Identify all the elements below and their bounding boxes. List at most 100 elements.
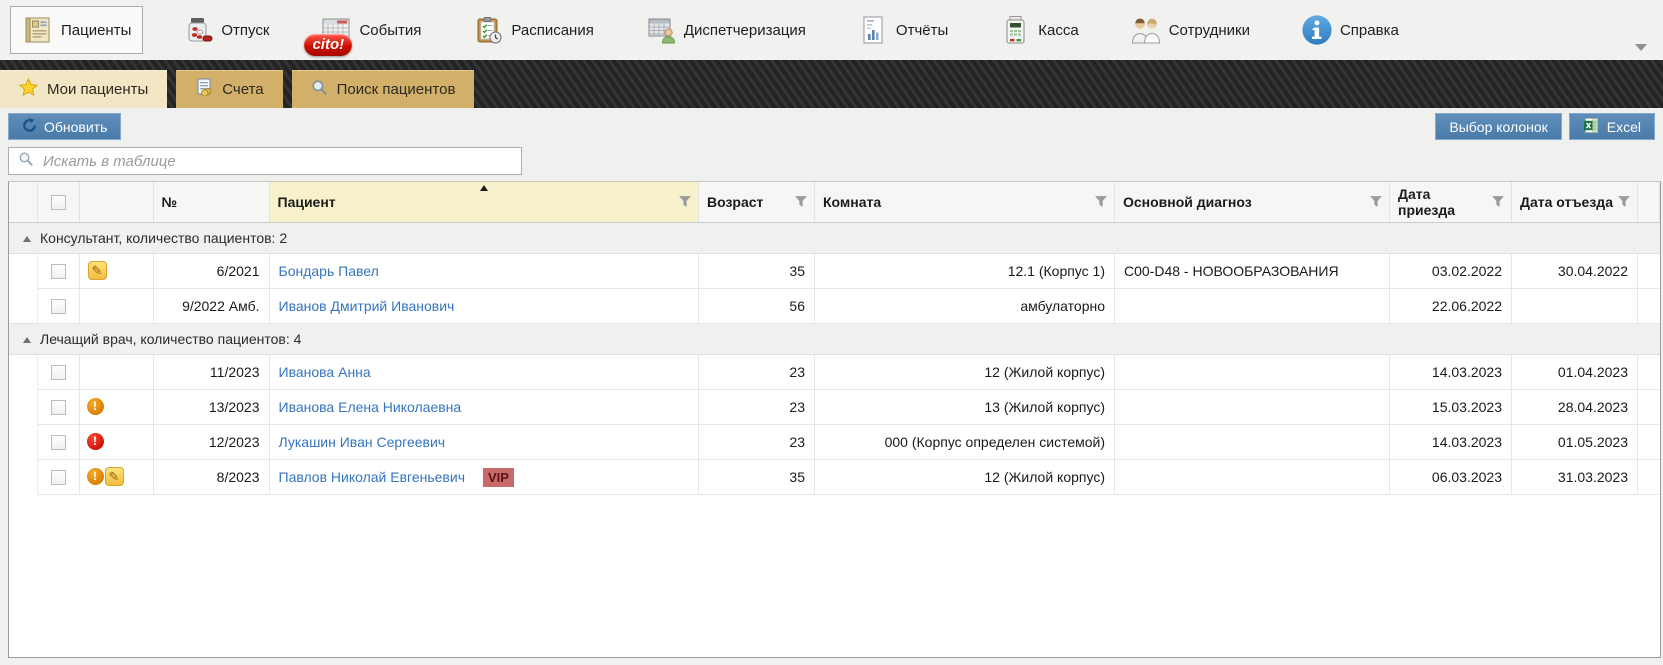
header-indent <box>9 182 37 222</box>
choose-columns-button[interactable]: Выбор колонок <box>1435 113 1561 140</box>
tab-invoices[interactable]: Счета <box>176 70 282 108</box>
filter-icon[interactable] <box>678 195 692 212</box>
age-cell: 23 <box>699 424 815 459</box>
excel-icon <box>1583 117 1600 137</box>
patient-link[interactable]: Иванова Анна <box>279 364 371 380</box>
column-header-number[interactable]: № <box>153 182 269 222</box>
report-chart-icon <box>857 14 889 46</box>
ribbon-item-label: Диспетчеризация <box>684 22 806 39</box>
ribbon-item-label: События <box>359 22 421 39</box>
column-header-room[interactable]: Комната <box>815 182 1115 222</box>
edit-icon[interactable]: ✎ <box>105 467 124 486</box>
patient-number-cell: 11/2023 <box>153 354 269 389</box>
patient-name-cell: Иванов Дмитрий Иванович <box>269 288 699 323</box>
ribbon-item-label: Сотрудники <box>1169 22 1250 39</box>
column-header-patient[interactable]: Пациент <box>269 182 699 222</box>
ribbon-item-events[interactable]: cito! События <box>308 6 433 54</box>
patient-link[interactable]: Иванова Елена Николаевна <box>279 399 462 415</box>
column-header-departure[interactable]: Дата отъезда <box>1512 182 1638 222</box>
patient-row[interactable]: 11/2023Иванова Анна2312 (Жилой корпус)14… <box>9 354 1660 389</box>
row-checkbox[interactable] <box>51 470 66 485</box>
header-checkbox-cell <box>37 182 79 222</box>
patient-number-cell: 13/2023 <box>153 389 269 424</box>
ribbon-item-schedules[interactable]: Расписания <box>460 6 605 54</box>
diagnosis-cell <box>1115 354 1390 389</box>
filter-icon[interactable] <box>1369 195 1383 212</box>
checkbox-cell <box>37 253 79 288</box>
ribbon-toolbar: Пациенты Отпуск cito! События Расписания… <box>0 0 1663 60</box>
ribbon-item-cashier[interactable]: Касса <box>987 6 1090 54</box>
edit-icon[interactable]: ✎ <box>88 261 107 280</box>
ribbon-item-vacation[interactable]: Отпуск <box>170 6 281 54</box>
status-icons-cell <box>79 354 153 389</box>
patient-row[interactable]: 9/2022 Амб.Иванов Дмитрий Иванович56амбу… <box>9 288 1660 323</box>
patient-name-cell: Иванова Елена Николаевна <box>269 389 699 424</box>
row-checkbox[interactable] <box>51 264 66 279</box>
patient-link[interactable]: Бондарь Павел <box>279 263 379 279</box>
tab-patient-search[interactable]: Поиск пациентов <box>292 70 475 108</box>
patient-row[interactable]: !✎8/2023Павлов Николай ЕвгеньевичVIP3512… <box>9 459 1660 494</box>
column-header-arrival[interactable]: Дата приезда <box>1390 182 1512 222</box>
row-checkbox[interactable] <box>51 299 66 314</box>
clipboard-clock-icon <box>472 14 504 46</box>
patient-row[interactable]: !13/2023Иванова Елена Николаевна2313 (Жи… <box>9 389 1660 424</box>
arrival-date-cell: 03.02.2022 <box>1390 253 1512 288</box>
ribbon-item-help[interactable]: Справка <box>1289 6 1411 54</box>
filter-icon[interactable] <box>1617 195 1631 212</box>
select-all-checkbox[interactable] <box>51 195 66 210</box>
column-header-diagnosis[interactable]: Основной диагноз <box>1115 182 1390 222</box>
filter-icon[interactable] <box>1491 195 1505 212</box>
filter-icon[interactable] <box>794 195 808 212</box>
group-header-row[interactable]: Лечащий врач, количество пациентов: 4 <box>9 323 1660 354</box>
row-checkbox[interactable] <box>51 400 66 415</box>
column-header-age[interactable]: Возраст <box>699 182 815 222</box>
chevron-down-icon[interactable] <box>1635 44 1647 51</box>
diagnosis-cell <box>1115 424 1390 459</box>
patient-link[interactable]: Павлов Николай Евгеньевич <box>279 469 465 485</box>
collapse-group-icon[interactable] <box>23 337 31 343</box>
departure-date-cell: 28.04.2023 <box>1512 389 1638 424</box>
checkbox-cell <box>37 354 79 389</box>
star-icon <box>19 78 38 101</box>
ribbon-item-reports[interactable]: Отчёты <box>845 6 960 54</box>
table-header-row: № Пациент Возраст Комната Основной диагн… <box>9 182 1660 222</box>
diagnosis-cell: C00-D48 - НОВООБРАЗОВАНИЯ <box>1115 253 1390 288</box>
filter-icon[interactable] <box>1094 195 1108 212</box>
checkbox-cell <box>37 424 79 459</box>
patient-link[interactable]: Иванов Дмитрий Иванович <box>279 298 455 314</box>
patient-row[interactable]: ✎6/2021Бондарь Павел3512.1 (Корпус 1)C00… <box>9 253 1660 288</box>
age-cell: 23 <box>699 389 815 424</box>
row-tail <box>1638 424 1660 459</box>
age-cell: 23 <box>699 354 815 389</box>
refresh-button[interactable]: Обновить <box>8 113 121 140</box>
search-input[interactable] <box>43 153 512 170</box>
ribbon-item-dispatch[interactable]: Диспетчеризация <box>633 6 818 54</box>
excel-export-button[interactable]: Excel <box>1569 113 1655 140</box>
search-row <box>0 145 1663 181</box>
ribbon-item-patients[interactable]: Пациенты <box>10 6 143 54</box>
ribbon-item-employees[interactable]: Сотрудники <box>1118 6 1262 54</box>
departure-date-cell <box>1512 288 1638 323</box>
ribbon-item-label: Касса <box>1038 22 1078 39</box>
patient-number-cell: 12/2023 <box>153 424 269 459</box>
patient-row[interactable]: !12/2023Лукашин Иван Сергеевич23000 (Кор… <box>9 424 1660 459</box>
arrival-date-cell: 22.06.2022 <box>1390 288 1512 323</box>
patient-link[interactable]: Лукашин Иван Сергеевич <box>279 434 446 450</box>
collapse-group-icon[interactable] <box>23 236 31 242</box>
row-tail <box>1638 389 1660 424</box>
tab-label: Мои пациенты <box>47 81 148 98</box>
ribbon-item-label: Расписания <box>511 22 593 39</box>
row-indent <box>9 253 37 288</box>
arrival-date-cell: 06.03.2023 <box>1390 459 1512 494</box>
row-checkbox[interactable] <box>51 365 66 380</box>
row-indent <box>9 389 37 424</box>
tab-my-patients[interactable]: Мои пациенты <box>0 70 167 108</box>
patient-name-cell: Павлов Николай ЕвгеньевичVIP <box>269 459 699 494</box>
row-indent <box>9 288 37 323</box>
row-checkbox[interactable] <box>51 435 66 450</box>
group-header-row[interactable]: Консультант, количество пациентов: 2 <box>9 222 1660 253</box>
checkbox-cell <box>37 459 79 494</box>
patients-table: № Пациент Возраст Комната Основной диагн… <box>9 182 1660 495</box>
medicine-jar-icon <box>182 14 214 46</box>
status-icons-cell: ✎ <box>79 253 153 288</box>
